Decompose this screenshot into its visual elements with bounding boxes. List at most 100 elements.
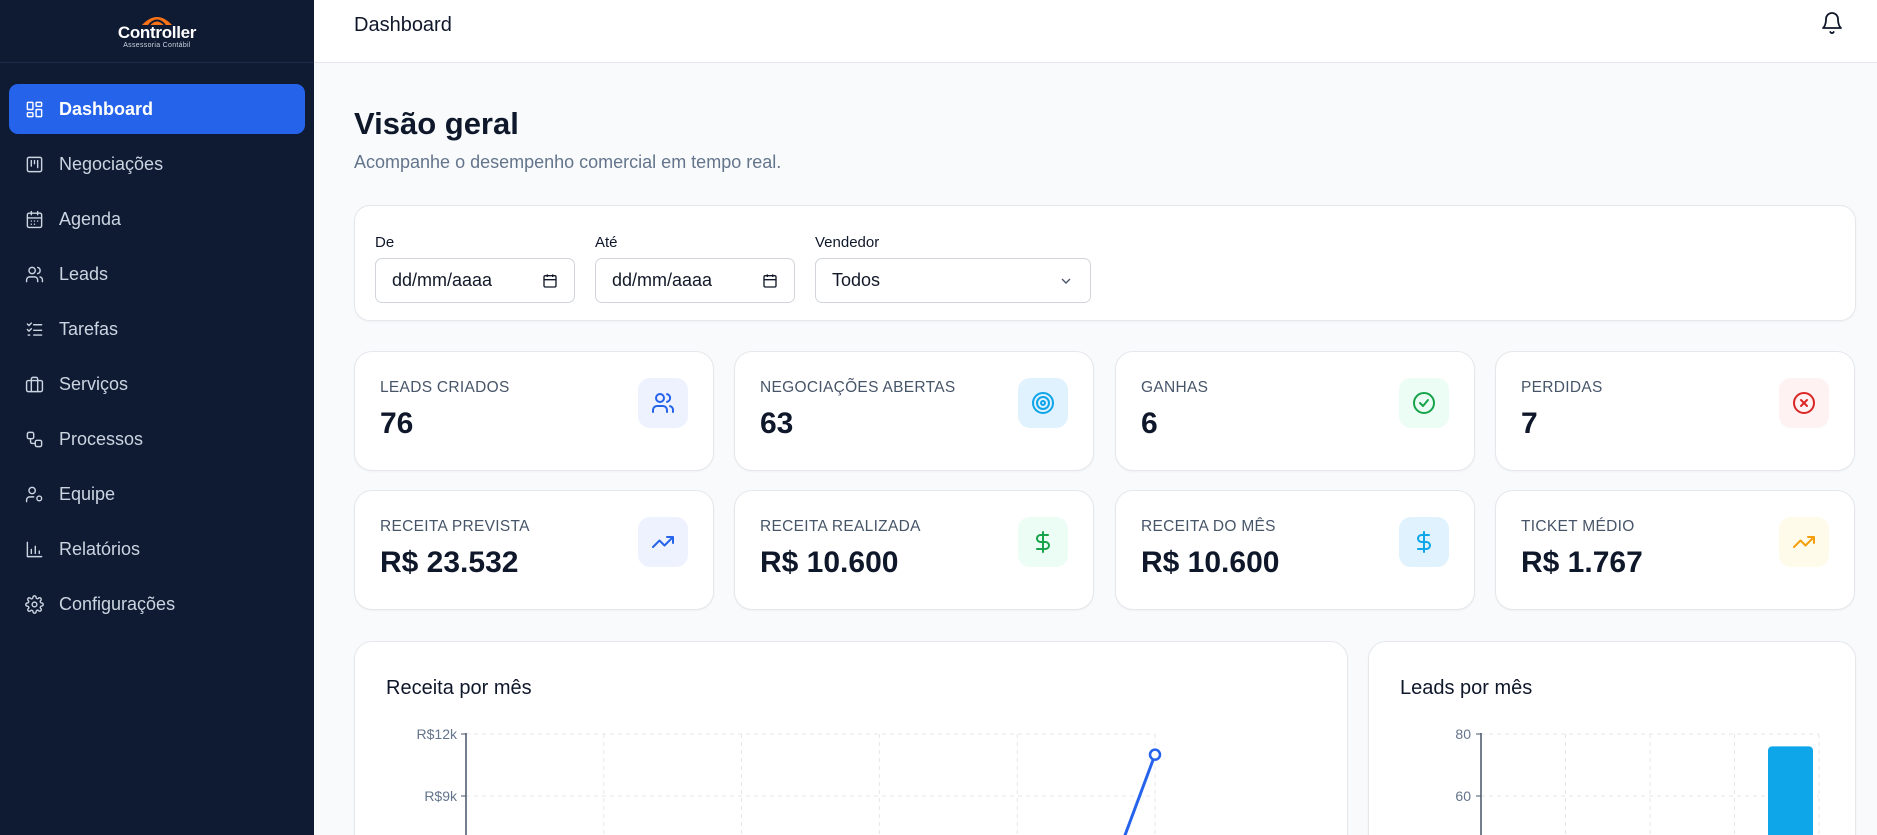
logo[interactable]: Controller Assessoria Contábil: [118, 12, 196, 50]
stat-card-ganhas: GANHAS 6: [1115, 351, 1475, 471]
sidebar-item-agenda[interactable]: Agenda: [9, 194, 305, 244]
sidebar-item-label: Dashboard: [59, 98, 154, 119]
chart-card-receita: Receita por mês R$12k R$9k: [354, 641, 1348, 835]
stat-value: R$ 10.600: [1141, 546, 1280, 579]
series-line: [1123, 754, 1157, 835]
logo-area: Controller Assessoria Contábil: [0, 0, 314, 63]
bar: [1768, 746, 1813, 835]
sidebar-item-label: Configurações: [59, 593, 176, 614]
stat-label: GANHAS: [1141, 379, 1209, 396]
sidebar-item-processos[interactable]: Processos: [9, 414, 305, 464]
gear-icon: [25, 594, 44, 614]
stat-label: RECEITA DO MÊS: [1141, 518, 1276, 535]
bar-chart-icon: [25, 540, 44, 559]
data-point: [1148, 748, 1162, 761]
topbar: Dashboard: [314, 0, 1877, 63]
stat-card-leads-criados: LEADS CRIADOS 76: [354, 351, 714, 471]
stat-label: PERDIDAS: [1521, 379, 1603, 396]
check-circle-icon: [1399, 378, 1449, 428]
y-tick-label: R$9k: [424, 788, 458, 804]
stat-value: 63: [760, 407, 794, 440]
page-subtitle: Acompanhe o desempenho comercial em temp…: [354, 152, 782, 172]
stat-card-receita-do-mes: RECEITA DO MÊS R$ 10.600: [1115, 490, 1475, 610]
date-to-input[interactable]: dd/mm/aaaa: [595, 258, 795, 303]
chart-series: [1123, 748, 1162, 835]
stat-label: NEGOCIAÇÕES ABERTAS: [760, 379, 956, 396]
seller-select-value: Todos: [832, 270, 881, 290]
stat-value: R$ 1.767: [1521, 546, 1643, 579]
sidebar-item-label: Leads: [59, 263, 109, 284]
user-gear-icon: [25, 485, 44, 504]
sidebar-item-label: Serviços: [59, 373, 129, 394]
stat-value: R$ 23.532: [380, 546, 519, 579]
stat-card-receita-realizada: RECEITA REALIZADA R$ 10.600: [734, 490, 1094, 610]
sidebar-item-relatorios[interactable]: Relatórios: [9, 524, 305, 574]
date-to-value: dd/mm/aaaa: [612, 270, 713, 290]
y-tick-label: 60: [1455, 788, 1471, 804]
sidebar-item-configuracoes[interactable]: Configurações: [9, 579, 305, 629]
filter-to-label: Até: [595, 234, 618, 251]
logo-subtitle: Assessoria Contábil: [123, 42, 191, 49]
stat-label: RECEITA REALIZADA: [760, 518, 921, 535]
topbar-title: Dashboard: [354, 14, 452, 36]
filter-from: De dd/mm/aaaa: [375, 234, 575, 303]
stat-label: RECEITA PREVISTA: [380, 518, 530, 535]
chevron-down-icon: [1061, 278, 1071, 284]
filter-seller-label: Vendedor: [815, 234, 880, 251]
sidebar-item-tarefas[interactable]: Tarefas: [9, 304, 305, 354]
calendar-icon[interactable]: [542, 273, 558, 289]
filter-to: Até dd/mm/aaaa: [595, 234, 795, 303]
dashboard-icon: [25, 100, 44, 119]
stat-card-perdidas: PERDIDAS 7: [1495, 351, 1855, 471]
calendar-icon[interactable]: [762, 273, 778, 289]
sidebar-nav: Dashboard Negociações Agenda Leads Taref…: [0, 63, 314, 629]
bell-icon[interactable]: [1820, 11, 1844, 35]
sidebar-item-label: Tarefas: [59, 318, 119, 339]
sidebar-item-negociacoes[interactable]: Negociações: [9, 139, 305, 189]
stat-card-negociacoes-abertas: NEGOCIAÇÕES ABERTAS 63: [734, 351, 1094, 471]
chart-grid: [466, 733, 1156, 835]
sidebar-item-label: Negociações: [59, 153, 164, 174]
stat-card-receita-prevista: RECEITA PREVISTA R$ 23.532: [354, 490, 714, 610]
page-title: Visão geral: [354, 106, 519, 141]
y-tick-label: R$12k: [417, 726, 458, 742]
filters-card: De dd/mm/aaaa Até dd/mm/aaaa Vendedor To…: [354, 205, 1856, 321]
stat-label: LEADS CRIADOS: [380, 379, 510, 396]
sidebar: Controller Assessoria Contábil Dashboard…: [0, 0, 314, 835]
date-from-input[interactable]: dd/mm/aaaa: [375, 258, 575, 303]
workflow-icon: [25, 430, 44, 449]
seller-select[interactable]: Todos: [815, 258, 1091, 303]
trending-up-icon: [638, 517, 688, 567]
stat-value: 6: [1141, 407, 1158, 440]
sidebar-item-leads[interactable]: Leads: [9, 249, 305, 299]
calendar-icon: [25, 210, 44, 229]
stat-value: 76: [380, 407, 414, 440]
dollar-icon: [1399, 517, 1449, 567]
checklist-icon: [25, 320, 44, 339]
sidebar-item-equipe[interactable]: Equipe: [9, 469, 305, 519]
users-icon: [25, 265, 44, 284]
sidebar-item-label: Processos: [59, 428, 144, 449]
stat-label: TICKET MÉDIO: [1521, 518, 1635, 535]
kanban-icon: [25, 155, 44, 174]
chart-card-leads: Leads por mês 80 60: [1368, 641, 1856, 835]
x-circle-icon: [1779, 378, 1829, 428]
sidebar-item-label: Agenda: [59, 208, 122, 229]
sidebar-item-servicos[interactable]: Serviços: [9, 359, 305, 409]
y-tick-label: 80: [1455, 726, 1471, 742]
sidebar-item-dashboard[interactable]: Dashboard: [9, 84, 305, 134]
sidebar-item-label: Equipe: [59, 483, 116, 504]
briefcase-icon: [25, 375, 44, 394]
filter-seller: Vendedor Todos: [815, 234, 1091, 303]
dollar-icon: [1018, 517, 1068, 567]
stat-value: R$ 10.600: [760, 546, 899, 579]
sidebar-item-label: Relatórios: [59, 538, 141, 559]
stat-value: 7: [1521, 407, 1538, 440]
trending-up-icon: [1779, 517, 1829, 567]
target-icon: [1018, 378, 1068, 428]
filter-from-label: De: [375, 234, 395, 251]
revenue-line-chart: R$12k R$9k: [417, 726, 1162, 835]
date-from-value: dd/mm/aaaa: [392, 270, 493, 290]
chart-series: [1768, 746, 1813, 835]
logo-name: Controller: [117, 23, 197, 42]
